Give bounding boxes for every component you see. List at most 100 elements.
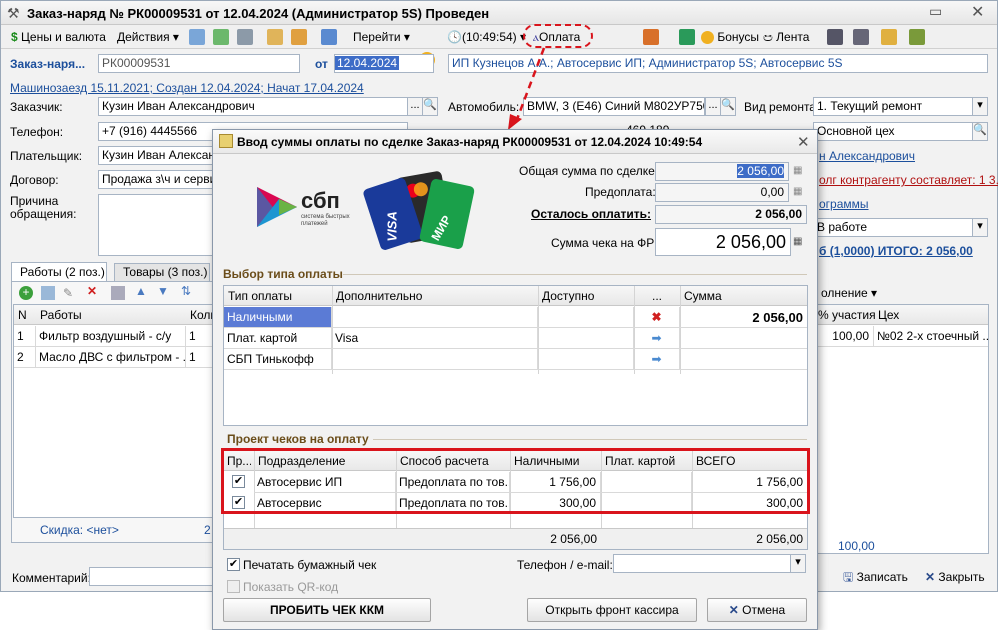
col-pay-extra[interactable]: Дополнительно (336, 286, 422, 306)
prepay-field[interactable]: 0,00 (655, 183, 789, 202)
col-pay-type[interactable]: Тип оплаты (228, 286, 292, 306)
shop-search-icon[interactable]: 🔍 (972, 122, 988, 141)
pay-row-card-type[interactable]: Плат. картой (224, 328, 332, 349)
col-pay-sum[interactable]: Сумма (684, 286, 722, 306)
debt-link[interactable]: олг контрагенту составляет: 1 3... (819, 173, 998, 187)
total-field[interactable]: 2 056,00 (655, 162, 789, 181)
minimize-button[interactable]: ▭ (929, 3, 942, 20)
works-row-1-n[interactable]: 1 (14, 326, 36, 347)
master-link[interactable]: н Александрович (819, 149, 915, 163)
tab-goods[interactable]: Товары (3 поз.) (114, 263, 210, 282)
total-calc-icon[interactable]: ▦ (793, 165, 802, 176)
bonuses-button[interactable]: Бонусы (701, 27, 759, 47)
print-paper-checkbox[interactable]: ✔ (227, 558, 240, 571)
print-receipt-button[interactable]: ПРОБИТЬ ЧЕК ККМ (223, 598, 431, 622)
delete-icon[interactable]: ✕ (87, 284, 97, 298)
structure-icon[interactable] (827, 29, 843, 45)
payer-field[interactable]: Кузин Иван Александ (98, 146, 216, 165)
executor-pct[interactable]: 100,00 (814, 326, 874, 347)
prepay-calc-icon[interactable]: ▦ (793, 186, 802, 197)
total-link[interactable]: б (1,0000) ИТОГО: 2 056,00 (819, 244, 973, 258)
receipt-field[interactable]: 2 056,00 (655, 228, 791, 256)
pay-row-cash-type[interactable]: Наличными (224, 307, 332, 328)
doc-edit-icon[interactable] (291, 29, 307, 45)
car-search-icon[interactable]: 🔍 (720, 97, 736, 116)
executor-shop[interactable]: №02 2-х стоечный ... (874, 326, 988, 347)
show-qr-checkbox[interactable] (227, 580, 240, 593)
close-button[interactable]: ✕ Закрыть (925, 567, 985, 587)
doc-date-field[interactable]: 12.04.2024 (334, 54, 434, 73)
goto-button[interactable]: Перейти ▾ (353, 27, 410, 47)
car-select-button[interactable]: ... (705, 97, 721, 116)
works-row-2-n[interactable]: 2 (14, 347, 36, 368)
box-icon[interactable] (643, 29, 659, 45)
pay-row-cash-remove[interactable]: ✖ (634, 307, 680, 328)
pay-row-card-sum[interactable] (680, 328, 807, 349)
status-dropdown[interactable]: ▾ (972, 218, 988, 237)
tab-works[interactable]: Работы (2 поз.) (11, 262, 107, 282)
doc-add-icon[interactable] (267, 29, 283, 45)
customer-field[interactable]: Кузин Иван Александрович (98, 97, 408, 116)
col-pay-available[interactable]: Доступно (542, 286, 594, 306)
pay-row-cash-avail[interactable] (538, 307, 634, 328)
contract-field[interactable]: Продажа з\ч и сервис (98, 170, 216, 189)
col-pay-dots[interactable]: ... (652, 286, 662, 306)
pay-row-card-extra[interactable]: Visa (332, 328, 538, 349)
move-down-icon[interactable]: ▼ (157, 284, 169, 298)
actions-button[interactable]: Действия ▾ (117, 27, 179, 47)
receipt-calc-icon[interactable]: ▦ (793, 236, 802, 247)
discount-label[interactable]: Скидка: <нет> (40, 523, 119, 537)
programs-link[interactable]: ограммы (819, 197, 869, 211)
phone-email-dropdown[interactable]: ▾ (790, 554, 806, 573)
card-icon[interactable] (881, 29, 897, 45)
arrows-icon[interactable] (321, 29, 337, 45)
reason-field[interactable] (98, 194, 216, 256)
close-window-button[interactable]: ✕ (971, 2, 984, 22)
pay-row-sbp-type[interactable]: СБП Тинькофф (224, 349, 332, 370)
pay-row-cash-sum[interactable]: 2 056,00 (680, 307, 807, 328)
pay-row-sbp-apply[interactable]: ➡ (634, 349, 680, 370)
dialog-close-button[interactable]: ✕ (797, 133, 810, 151)
add-icon[interactable]: + (19, 286, 33, 300)
copy-icon[interactable] (41, 286, 55, 300)
edit-icon[interactable]: ✎ (63, 286, 73, 300)
sort-icon[interactable]: ⇅ (181, 284, 191, 298)
customer-search-icon[interactable]: 🔍 (422, 97, 438, 116)
store-icon[interactable] (679, 29, 695, 45)
customer-select-button[interactable]: ... (407, 97, 423, 116)
pay-row-sbp-avail[interactable] (538, 349, 634, 370)
doc-icon[interactable] (189, 29, 205, 45)
phone-email-field[interactable] (613, 554, 791, 573)
col-works[interactable]: Работы (40, 305, 82, 325)
comment-field[interactable] (89, 567, 219, 586)
history-link[interactable]: Машинозаезд 15.11.2021; Создан 12.04.202… (10, 81, 364, 95)
cancel-button[interactable]: ✕ Отмена (707, 598, 807, 622)
col-shop[interactable]: Цех (878, 305, 899, 325)
save-button[interactable]: 🖫 Записать (843, 567, 908, 587)
repair-type-label: Вид ремонта: (744, 100, 820, 114)
open-cashier-button[interactable]: Открыть фронт кассира (527, 598, 697, 622)
repair-type-field[interactable]: 1. Текущий ремонт (813, 97, 973, 116)
prices-button[interactable]: $ Цены и валюта (11, 27, 106, 47)
shop-field[interactable]: Основной цех (813, 122, 973, 141)
works-row-1-name[interactable]: Фильтр воздушный - с/у (36, 326, 186, 347)
pay-row-card-avail[interactable] (538, 328, 634, 349)
pay-row-sbp-extra[interactable] (332, 349, 538, 370)
col-n[interactable]: N (18, 305, 27, 325)
works-row-2-name[interactable]: Масло ДВС с фильтром - ... (36, 347, 186, 368)
save-row-icon[interactable] (111, 286, 125, 300)
table-icon[interactable] (909, 29, 925, 45)
doc-number-field[interactable]: РК00009531 (98, 54, 300, 73)
print-icon[interactable] (237, 29, 253, 45)
tape-button[interactable]: ඏ Лента (763, 27, 809, 47)
pay-row-cash-extra[interactable] (332, 307, 538, 328)
pay-row-card-apply[interactable]: ➡ (634, 328, 680, 349)
pay-row-sbp-sum[interactable] (680, 349, 807, 370)
move-up-icon[interactable]: ▲ (135, 284, 147, 298)
refresh-icon[interactable] (213, 29, 229, 45)
status-field[interactable]: В работе (813, 218, 973, 237)
col-pct[interactable]: % участия (818, 305, 876, 325)
execution-dropdown[interactable]: олнение ▾ (821, 286, 877, 300)
list-icon[interactable] (853, 29, 869, 45)
repair-type-dropdown[interactable]: ▾ (972, 97, 988, 116)
